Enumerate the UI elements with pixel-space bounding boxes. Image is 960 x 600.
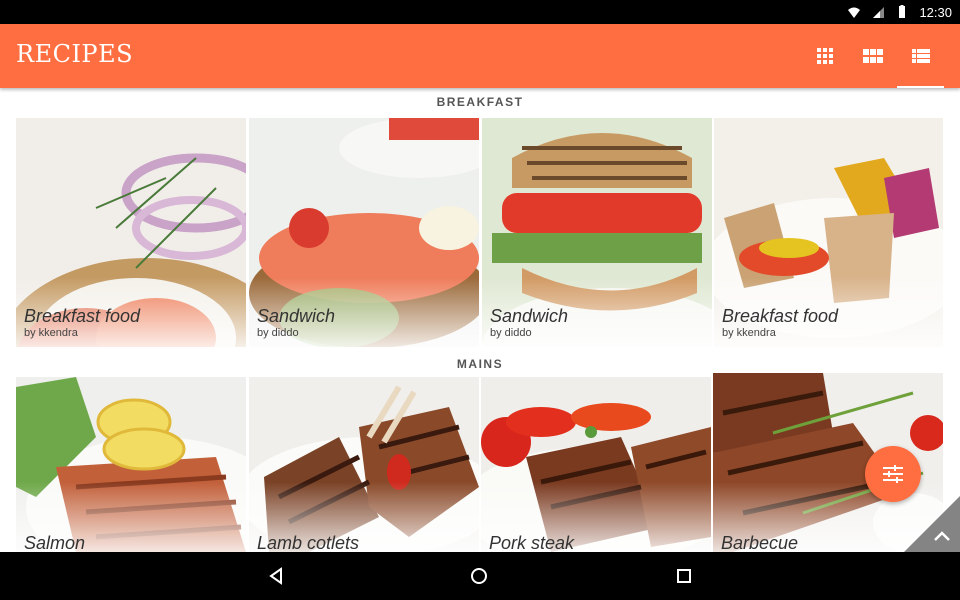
recipe-card[interactable]: Breakfast food by kkendra xyxy=(16,118,246,347)
large-grid-icon xyxy=(863,49,883,63)
section-header-breakfast: BREAKFAST xyxy=(436,95,524,109)
recents-icon xyxy=(677,569,691,583)
recipe-title: Lamb cotlets xyxy=(257,533,360,552)
section-header-mains: MAINS xyxy=(456,357,504,371)
signal-icon xyxy=(873,7,885,18)
clock: 12:30 xyxy=(919,4,952,20)
app-title: RECIPES xyxy=(16,40,134,68)
home-button[interactable] xyxy=(467,564,491,588)
recents-button[interactable] xyxy=(672,564,696,588)
recipe-title: Breakfast food xyxy=(722,306,839,326)
recipe-title: Sandwich xyxy=(490,306,569,326)
recipe-card[interactable]: Pork steak xyxy=(481,377,711,552)
status-bar: 12:30 xyxy=(0,0,960,24)
recipe-card[interactable]: Salmon xyxy=(16,377,246,552)
back-icon xyxy=(269,567,282,585)
recipe-title: Barbecue xyxy=(721,533,799,552)
navigation-bar xyxy=(0,552,960,600)
small-grid-icon xyxy=(817,48,833,64)
filter-fab-button[interactable] xyxy=(865,446,921,502)
filter-icon xyxy=(883,465,903,483)
recipe-title: Breakfast food xyxy=(24,306,141,326)
list-view-button[interactable] xyxy=(897,24,944,88)
back-button[interactable] xyxy=(264,564,288,588)
view-mode-toolbar xyxy=(801,24,944,88)
list-icon xyxy=(911,49,930,63)
battery-icon xyxy=(899,5,906,18)
small-grid-view-button[interactable] xyxy=(801,24,849,88)
recipe-card[interactable]: Sandwich by diddo xyxy=(482,118,712,347)
wifi-icon xyxy=(848,7,861,18)
recipe-author: by kkendra xyxy=(24,327,78,339)
recipe-author: by diddo xyxy=(257,327,299,339)
recipe-title: Salmon xyxy=(24,533,86,552)
scroll-to-top-button[interactable] xyxy=(904,496,960,552)
recipe-card[interactable]: Lamb cotlets xyxy=(249,377,479,552)
app-bar: RECIPES xyxy=(0,24,960,88)
recipe-author: by diddo xyxy=(490,327,532,339)
recipe-card[interactable]: Sandwich by diddo xyxy=(249,118,479,347)
home-icon xyxy=(471,568,487,584)
large-grid-view-button[interactable] xyxy=(849,24,897,88)
recipe-author: by kkendra xyxy=(722,327,776,339)
recipe-title: Sandwich xyxy=(257,306,336,326)
recipe-card[interactable]: Breakfast food by kkendra xyxy=(714,118,943,347)
recipe-title: Pork steak xyxy=(489,533,575,552)
